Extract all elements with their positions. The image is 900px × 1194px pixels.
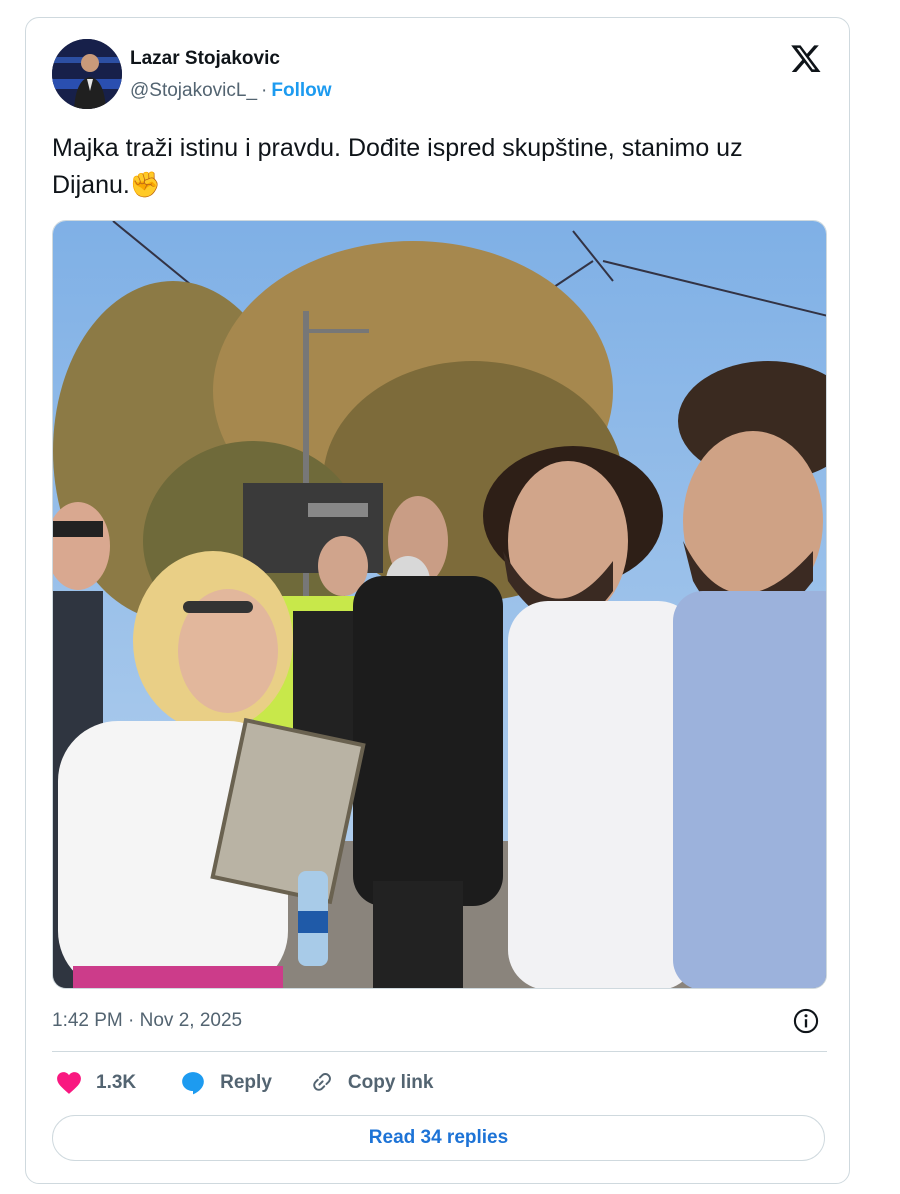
like-count: 1.3K — [96, 1072, 137, 1093]
actions-divider — [52, 1051, 827, 1052]
raised-fist-emoji: ✊ — [129, 171, 161, 199]
reply-label: Reply — [220, 1072, 272, 1093]
heart-icon — [57, 1072, 81, 1094]
copy-link-button[interactable]: Copy link — [308, 1070, 434, 1096]
reply-bubble-icon — [182, 1072, 204, 1095]
author-handle[interactable]: @StojakovicL_ — [130, 80, 257, 101]
author-name[interactable]: Lazar Stojakovic — [130, 48, 280, 70]
link-icon — [313, 1073, 331, 1091]
reply-button[interactable]: Reply — [180, 1070, 272, 1096]
tweet-timestamp[interactable]: 1:42 PM · Nov 2, 2025 — [52, 1010, 242, 1032]
tweet-text: Majka traži istinu i pravdu. Dođite ispr… — [52, 130, 812, 204]
handle-separator: · — [261, 80, 268, 101]
like-button[interactable]: 1.3K — [56, 1071, 136, 1095]
info-icon[interactable] — [792, 1007, 820, 1035]
tweet-embed-card: Lazar Stojakovic @StojakovicL_ · Follow Ma… — [25, 17, 850, 1184]
author-handle-row: @StojakovicL_ · Follow — [130, 80, 332, 102]
follow-button[interactable]: Follow — [271, 80, 331, 101]
tweet-actions: 1.3K Reply Copy link — [52, 1067, 433, 1099]
x-logo-icon[interactable] — [790, 42, 822, 74]
tweet-photo-image — [53, 221, 826, 988]
author-avatar[interactable] — [52, 39, 122, 109]
copy-link-label: Copy link — [347, 1072, 434, 1093]
read-replies-button[interactable]: Read 34 replies — [52, 1115, 825, 1161]
tweet-photo[interactable] — [52, 220, 827, 989]
